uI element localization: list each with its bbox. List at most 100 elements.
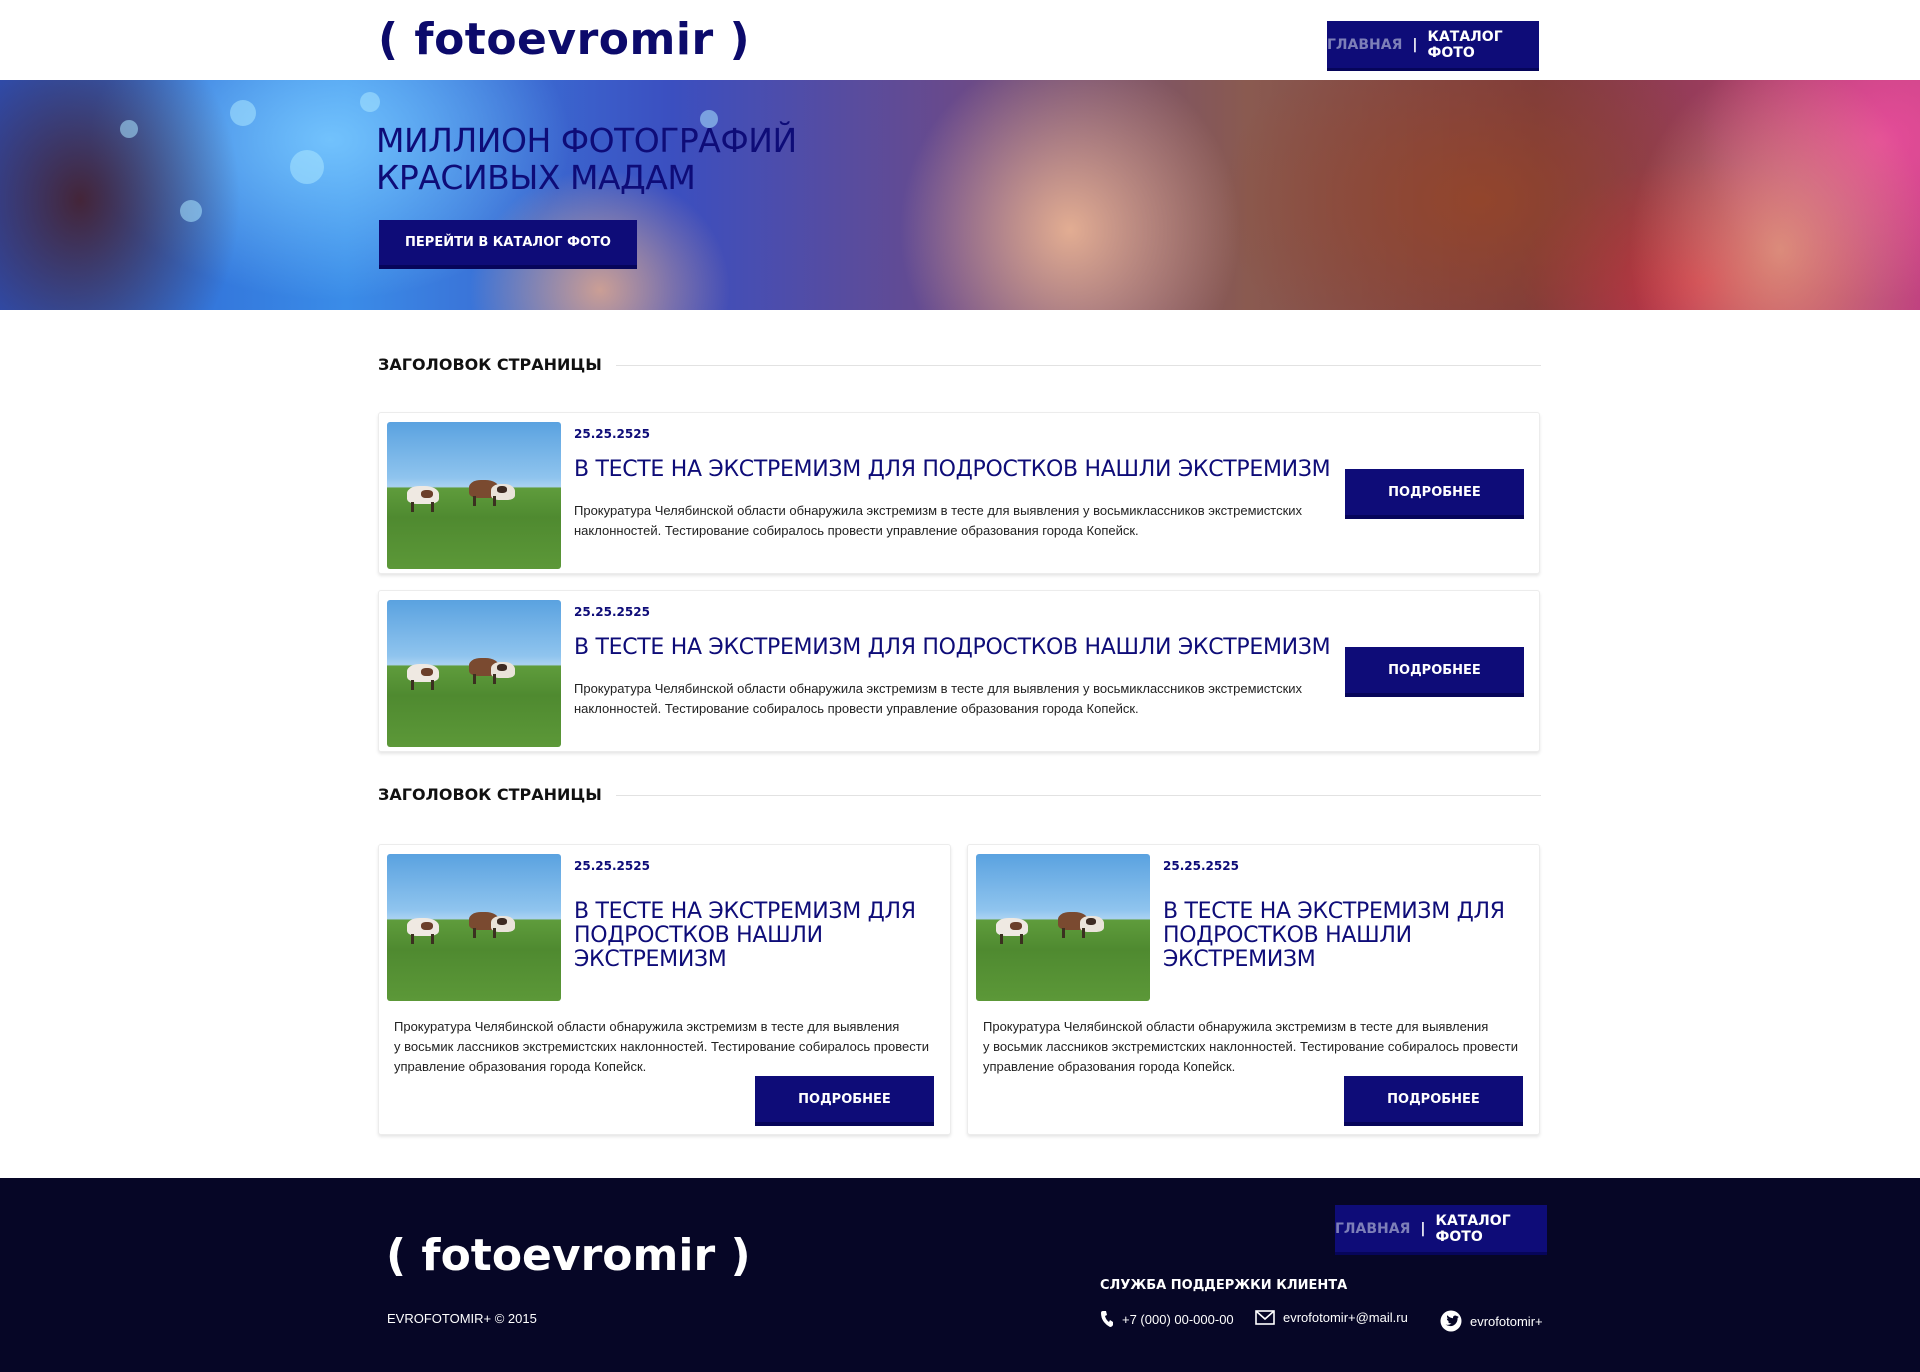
bokeh-light [120, 120, 138, 138]
news-description-line: наклонностей. Тестирование собиралось пр… [574, 701, 1139, 716]
news-description: Прокуратура Челябинской области обнаружи… [394, 1017, 944, 1077]
phone-contact: +7 (000) 00-000-00 [1100, 1310, 1234, 1328]
section-header: ЗАГОЛОВОК СТРАНИЦЫ [378, 780, 1541, 810]
news-date: 25.25.2525 [574, 427, 650, 441]
cow-leg [1020, 934, 1023, 944]
cow-leg [411, 502, 414, 512]
cow-leg [431, 502, 434, 512]
cow-leg [493, 496, 496, 506]
more-button[interactable]: ПОДРОБНЕЕ [1345, 647, 1524, 697]
phone-icon [1100, 1310, 1114, 1328]
news-description-line: у восьмик лассников экстремистских накло… [394, 1039, 929, 1054]
phone-number[interactable]: +7 (000) 00-000-00 [1122, 1312, 1234, 1327]
hero-title: МИЛЛИОН ФОТОГРАФИЙ КРАСИВЫХ МАДАМ [376, 122, 797, 196]
news-title[interactable]: В ТЕСТЕ НА ЭКСТРЕМИЗМ ДЛЯ ПОДРОСТКОВ НАШ… [1163, 900, 1505, 972]
nav-home-link[interactable]: ГЛАВНАЯ [1327, 37, 1402, 53]
nav-catalog-link[interactable]: КАТАЛОГ ФОТО [1428, 29, 1539, 61]
section-title: ЗАГОЛОВОК СТРАНИЦЫ [378, 350, 616, 380]
cow-leg [1062, 928, 1065, 938]
cow-spot [421, 490, 433, 498]
bokeh-light [180, 200, 202, 222]
site-footer: ( fotoevromir ) EVROFOTOMIR+ © 2015 ГЛАВ… [0, 1178, 1920, 1372]
nav-separator: | [1412, 36, 1418, 53]
hero-title-line: КРАСИВЫХ МАДАМ [376, 158, 696, 197]
news-title-line: ПОДРОСТКОВ НАШЛИ [1163, 923, 1412, 948]
cow-spot [1010, 922, 1022, 930]
cow-spot [421, 668, 433, 676]
cow-leg [431, 934, 434, 944]
news-card: 25.25.2525 В ТЕСТЕ НА ЭКСТРЕМИЗМ ДЛЯ ПОД… [378, 412, 1540, 574]
footer-logo[interactable]: ( fotoevromir ) [386, 1230, 751, 1281]
footer-nav-home-link[interactable]: ГЛАВНАЯ [1335, 1221, 1410, 1237]
news-title-line: В ТЕСТЕ НА ЭКСТРЕМИЗМ ДЛЯ [1163, 899, 1505, 924]
news-title[interactable]: В ТЕСТЕ НА ЭКСТРЕМИЗМ ДЛЯ ПОДРОСТКОВ НАШ… [574, 636, 1331, 660]
bokeh-light [360, 92, 380, 112]
cow-spot [421, 922, 433, 930]
cow-leg [1082, 928, 1085, 938]
news-description-line: управление образования города Копейск. [394, 1059, 647, 1074]
mail-icon [1255, 1310, 1275, 1325]
twitter-icon [1440, 1310, 1462, 1332]
support-title: СЛУЖБА ПОДДЕРЖКИ КЛИЕНТА [1100, 1278, 1348, 1293]
cow-spot [1086, 918, 1096, 925]
news-date: 25.25.2525 [1163, 859, 1239, 873]
news-thumbnail[interactable] [387, 600, 561, 747]
footer-nav-separator: | [1420, 1220, 1426, 1237]
cow-leg [411, 934, 414, 944]
news-card: 25.25.2525 В ТЕСТЕ НА ЭКСТРЕМИЗМ ДЛЯ ПОД… [378, 590, 1540, 752]
cow-leg [473, 928, 476, 938]
news-description-line: у восьмик лассников экстремистских накло… [983, 1039, 1518, 1054]
cow-leg [473, 674, 476, 684]
news-thumbnail[interactable] [976, 854, 1150, 1001]
bokeh-light [290, 150, 324, 184]
hero-title-line: МИЛЛИОН ФОТОГРАФИЙ [376, 121, 797, 160]
news-date: 25.25.2525 [574, 859, 650, 873]
footer-nav: ГЛАВНАЯ | КАТАЛОГ ФОТО [1335, 1205, 1547, 1255]
section-header: ЗАГОЛОВОК СТРАНИЦЫ [378, 350, 1541, 380]
news-title[interactable]: В ТЕСТЕ НА ЭКСТРЕМИЗМ ДЛЯ ПОДРОСТКОВ НАШ… [574, 900, 916, 972]
news-thumbnail[interactable] [387, 422, 561, 569]
news-description: Прокуратура Челябинской области обнаружи… [574, 679, 1314, 719]
bokeh-light [230, 100, 256, 126]
news-thumbnail[interactable] [387, 854, 561, 1001]
email-address[interactable]: evrofotomir+@mail.ru [1283, 1310, 1408, 1325]
email-contact: evrofotomir+@mail.ru [1255, 1310, 1408, 1325]
main-nav: ГЛАВНАЯ | КАТАЛОГ ФОТО [1327, 21, 1539, 71]
cow-leg [411, 680, 414, 690]
site-header: ( fotoevromir ) ГЛАВНАЯ | КАТАЛОГ ФОТО [0, 0, 1920, 80]
section-title: ЗАГОЛОВОК СТРАНИЦЫ [378, 780, 616, 810]
cow-leg [473, 496, 476, 506]
hero-banner: МИЛЛИОН ФОТОГРАФИЙ КРАСИВЫХ МАДАМ ПЕРЕЙТ… [0, 80, 1920, 310]
more-button[interactable]: ПОДРОБНЕЕ [1344, 1076, 1523, 1126]
news-description: Прокуратура Челябинской области обнаружи… [983, 1017, 1533, 1077]
more-button[interactable]: ПОДРОБНЕЕ [755, 1076, 934, 1126]
twitter-handle[interactable]: evrofotomir+ [1470, 1314, 1543, 1329]
news-card: 25.25.2525 В ТЕСТЕ НА ЭКСТРЕМИЗМ ДЛЯ ПОД… [378, 844, 951, 1135]
site-logo[interactable]: ( fotoevromir ) [378, 14, 750, 65]
cow-leg [1000, 934, 1003, 944]
news-title-line: ЭКСТРЕМИЗМ [574, 947, 727, 972]
go-to-catalog-button[interactable]: ПЕРЕЙТИ В КАТАЛОГ ФОТО [379, 220, 637, 269]
footer-copyright: EVROFOTOMIR+ © 2015 [387, 1311, 537, 1326]
more-button[interactable]: ПОДРОБНЕЕ [1345, 469, 1524, 519]
news-title-line: ЭКСТРЕМИЗМ [1163, 947, 1316, 972]
news-description-line: Прокуратура Челябинской области обнаружи… [574, 503, 1303, 518]
news-title[interactable]: В ТЕСТЕ НА ЭКСТРЕМИЗМ ДЛЯ ПОДРОСТКОВ НАШ… [574, 458, 1331, 482]
news-title-line: ПОДРОСТКОВ НАШЛИ [574, 923, 823, 948]
news-description-line: Прокуратура Челябинской области обнаружи… [574, 681, 1303, 696]
footer-nav-catalog-link[interactable]: КАТАЛОГ ФОТО [1436, 1213, 1547, 1245]
cow-spot [497, 486, 507, 493]
twitter-contact: evrofotomir+ [1440, 1310, 1543, 1332]
news-date: 25.25.2525 [574, 605, 650, 619]
news-card: 25.25.2525 В ТЕСТЕ НА ЭКСТРЕМИЗМ ДЛЯ ПОД… [967, 844, 1540, 1135]
news-description-line: наклонностей. Тестирование собиралось пр… [574, 523, 1139, 538]
news-title-line: В ТЕСТЕ НА ЭКСТРЕМИЗМ ДЛЯ [574, 899, 916, 924]
news-description-line: Прокуратура Челябинской области обнаружи… [983, 1019, 1489, 1034]
cow-leg [431, 680, 434, 690]
cow-leg [493, 674, 496, 684]
cow-leg [493, 928, 496, 938]
cow-spot [497, 918, 507, 925]
news-description-line: управление образования города Копейск. [983, 1059, 1236, 1074]
news-description-line: Прокуратура Челябинской области обнаружи… [394, 1019, 900, 1034]
news-description: Прокуратура Челябинской области обнаружи… [574, 501, 1314, 541]
